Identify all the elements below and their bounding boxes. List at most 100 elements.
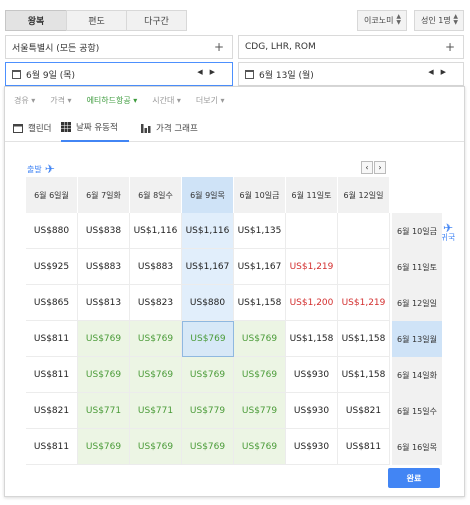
price-cell[interactable]: US$1,158 (286, 321, 338, 357)
done-button[interactable]: 완료 (388, 468, 440, 488)
price-cell (338, 213, 390, 249)
price-cell[interactable]: US$823 (130, 285, 182, 321)
return-date-header: 6월 10일 금 (392, 213, 442, 249)
price-cell[interactable]: US$930 (286, 429, 338, 465)
price-cell[interactable]: US$769 (234, 357, 286, 393)
return-date-header: 6월 16일 목 (392, 429, 442, 465)
cabin-class-value: 이코노미 (364, 16, 394, 25)
price-cell[interactable]: US$811 (26, 321, 78, 357)
passengers-value: 성인 1명 (421, 16, 451, 25)
destination-field[interactable]: CDG, LHR, ROM + (238, 35, 464, 59)
price-cell[interactable]: US$930 (286, 393, 338, 429)
calendar-icon (12, 69, 21, 79)
date-stepper-icons[interactable]: ◀▶ (197, 68, 222, 76)
filter-stops[interactable]: 경유 ▾ (14, 95, 35, 106)
filter-more[interactable]: 더보기 ▾ (196, 95, 225, 106)
tab-price-graph[interactable]: 가격 그래프 (141, 114, 198, 142)
price-cell[interactable]: US$838 (78, 213, 130, 249)
add-origin-icon[interactable]: + (214, 40, 224, 54)
price-cell[interactable]: US$811 (338, 429, 390, 465)
price-cell[interactable]: US$811 (26, 357, 78, 393)
price-cell[interactable]: US$880 (26, 213, 78, 249)
price-cell[interactable]: US$1,167 (234, 249, 286, 285)
plane-icon: ✈ (44, 162, 55, 176)
price-cell[interactable]: US$1,135 (234, 213, 286, 249)
price-cell[interactable]: US$1,158 (234, 285, 286, 321)
price-cell[interactable]: US$821 (338, 393, 390, 429)
price-cell[interactable]: US$769 (182, 429, 234, 465)
price-cell[interactable]: US$883 (130, 249, 182, 285)
cabin-class-select[interactable]: 이코노미 ▲ ▼ (357, 10, 407, 31)
price-cell[interactable]: US$769 (130, 357, 182, 393)
price-cell[interactable]: US$1,116 (182, 213, 234, 249)
price-cell (338, 249, 390, 285)
price-cell[interactable]: US$1,167 (182, 249, 234, 285)
price-cell[interactable]: US$771 (130, 393, 182, 429)
tab-flexible-dates[interactable]: 날짜 유동적 (61, 114, 129, 142)
destination-value: CDG, LHR, ROM (245, 42, 316, 52)
calendar-icon (245, 69, 254, 79)
price-cell[interactable]: US$769 (234, 321, 286, 357)
return-date-field[interactable]: 6월 13일 (월) ◀▶ (238, 62, 464, 86)
filter-price[interactable]: 가격 ▾ (50, 95, 71, 106)
return-date-header: 6월 13일 월 (392, 321, 442, 357)
price-cell[interactable]: US$883 (78, 249, 130, 285)
date-picker-panel: 경유 ▾ 가격 ▾ 에티하드항공 ▾ 시간대 ▾ 더보기 ▾ 캘린더 날짜 유동… (4, 86, 465, 497)
depart-date-header: 6월 10일 금 (234, 177, 285, 213)
price-cell[interactable]: US$1,200 (286, 285, 338, 321)
depart-date-value: 6월 9일 (목) (26, 70, 76, 81)
trip-type-roundtrip[interactable]: 왕복 (5, 10, 67, 31)
price-cell[interactable]: US$769 (234, 429, 286, 465)
updown-arrows-icon: ▲ ▼ (453, 13, 458, 26)
depart-date-field[interactable]: 6월 9일 (목) ◀▶ (5, 62, 233, 86)
price-cell[interactable]: US$821 (26, 393, 78, 429)
passengers-select[interactable]: 성인 1명 ▲ ▼ (414, 10, 464, 31)
return-date-header: 6월 14일 화 (392, 357, 442, 393)
tab-flexible-dates-label: 날짜 유동적 (76, 123, 118, 133)
price-cell[interactable]: US$769 (130, 429, 182, 465)
depart-axis-label: 출발 ✈ (27, 162, 55, 176)
price-cell[interactable]: US$1,219 (338, 285, 390, 321)
price-cell[interactable]: US$1,219 (286, 249, 338, 285)
price-cell[interactable]: US$1,158 (338, 321, 390, 357)
price-cell[interactable]: US$769 (182, 321, 234, 357)
tab-price-graph-label: 가격 그래프 (156, 124, 198, 134)
depart-date-header: 6월 9일 목 (182, 177, 233, 213)
price-cell[interactable]: US$880 (182, 285, 234, 321)
return-date-value: 6월 13일 (월) (259, 70, 314, 81)
price-cell[interactable]: US$769 (130, 321, 182, 357)
trip-type-oneway[interactable]: 편도 (66, 10, 127, 31)
price-cell[interactable]: US$771 (78, 393, 130, 429)
filter-airline[interactable]: 에티하드항공 ▾ (87, 95, 138, 106)
depart-date-header: 6월 11일 토 (286, 177, 337, 213)
trip-type-multicity[interactable]: 다구간 (126, 10, 187, 31)
depart-date-header: 6월 12일 일 (338, 177, 389, 213)
date-stepper-icons[interactable]: ◀▶ (428, 68, 453, 76)
price-cell[interactable]: US$813 (78, 285, 130, 321)
price-cell[interactable]: US$1,158 (338, 357, 390, 393)
price-cell[interactable]: US$769 (182, 357, 234, 393)
origin-field[interactable]: 서울특별시 (모든 공항) + (5, 35, 233, 59)
prev-week-button[interactable]: ‹ (361, 161, 373, 174)
price-cell[interactable]: US$925 (26, 249, 78, 285)
price-cell[interactable]: US$779 (234, 393, 286, 429)
depart-date-header: 6월 6일 월 (26, 177, 77, 213)
price-cell[interactable]: US$1,116 (130, 213, 182, 249)
price-cell[interactable]: US$769 (78, 429, 130, 465)
origin-value: 서울특별시 (모든 공항) (12, 43, 100, 54)
tab-calendar[interactable]: 캘린더 (13, 114, 51, 142)
grid-icon (61, 122, 71, 132)
price-cell[interactable]: US$769 (78, 357, 130, 393)
add-destination-icon[interactable]: + (445, 40, 455, 54)
price-cell[interactable]: US$769 (78, 321, 130, 357)
price-cell[interactable]: US$811 (26, 429, 78, 465)
price-cell[interactable]: US$930 (286, 357, 338, 393)
depart-date-header: 6월 7일 화 (78, 177, 129, 213)
price-cell[interactable]: US$865 (26, 285, 78, 321)
filter-times[interactable]: 시간대 ▾ (152, 95, 181, 106)
calendar-icon (13, 124, 23, 133)
next-week-button[interactable]: › (374, 161, 386, 174)
price-cell[interactable]: US$779 (182, 393, 234, 429)
view-tabs: 캘린더 날짜 유동적 가격 그래프 (5, 114, 464, 142)
tab-calendar-label: 캘린더 (28, 124, 52, 134)
